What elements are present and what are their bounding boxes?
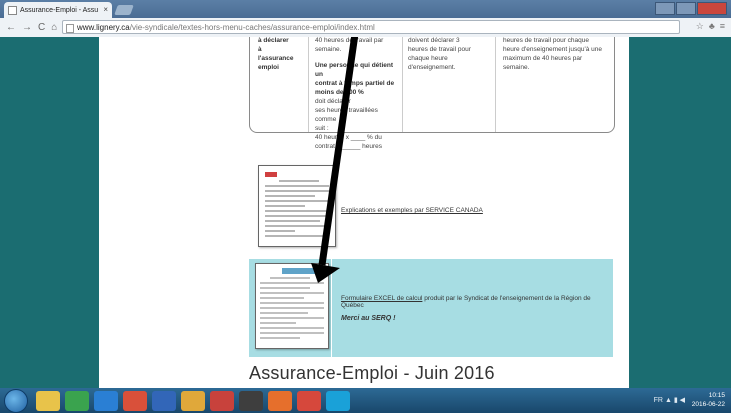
service-canada-block: Explications et exemples par SERVICE CAN… [249,151,613,251]
reload-icon[interactable]: C [38,22,45,33]
table-col-2: 40 heures de travail par semaine. Une pe… [315,37,397,151]
cell-text: contrat = _____ heures [315,143,383,150]
cell-text: 40 heures x ____ % du [315,134,382,141]
browser-toolbar: ← → C ⌂ www.lignery.ca/vie-syndicale/tex… [0,18,731,38]
address-bar[interactable]: www.lignery.ca/vie-syndicale/textes-hors… [62,20,680,34]
folder-icon[interactable] [181,390,205,411]
cell-text: 40 heures de travail par [315,37,384,44]
clock-time: 10:15 [708,392,725,399]
page-icon [66,24,74,33]
cell-text-bold: Une personne qui détient un [315,62,394,78]
service-canada-link[interactable]: Explications et exemples par SERVICE CAN… [341,207,483,214]
page-favicon-icon [8,5,17,15]
new-tab-button[interactable] [114,5,134,15]
menu-icon[interactable]: ≡ [720,21,725,32]
back-arrow-icon[interactable]: ← [6,22,16,33]
cell-text: l'assurance [258,55,294,62]
close-window-icon[interactable] [697,2,727,15]
window-controls [655,2,727,15]
table-divider [308,37,309,132]
tab-title: Assurance-Emploi - Assu [20,6,99,14]
block-divider [331,259,332,357]
excel-form-thumbnail[interactable] [255,263,329,349]
clock-date: 2016-06-22 [691,401,725,408]
explorer-icon[interactable] [36,390,60,411]
service-canada-thumbnail[interactable] [258,165,336,247]
cell-text: doit déclarer [315,98,351,105]
clock[interactable]: 10:15 2016-06-22 [692,391,725,409]
word-icon[interactable] [152,390,176,411]
cell-text: semaine. [503,64,530,71]
page-viewport[interactable]: à déclarer à l'assurance emploi 40 heure… [0,37,731,388]
table-col-1: à déclarer à l'assurance emploi [258,37,302,72]
browser-tab[interactable]: Assurance-Emploi - Assu × [4,2,112,18]
cell-text: doivent déclarer 3 [408,37,460,44]
cell-text: suit : [315,125,329,132]
home-icon[interactable]: ⌂ [51,22,57,33]
cell-text: à [258,46,262,53]
skype-icon[interactable] [326,390,350,411]
extension-icon[interactable]: ♣ [709,21,715,32]
tab-close-icon[interactable]: × [103,5,108,14]
tray-icons[interactable]: FR ▲ ▮ ◀ [654,396,685,404]
table-divider [495,37,496,132]
taskbar-apps [36,390,350,411]
bookmark-star-icon[interactable]: ☆ [696,21,704,32]
table-col-3: doivent déclarer 3 heures de travail pou… [408,37,488,72]
excel-form-link[interactable]: Formulaire EXCEL de calcul [341,295,422,302]
table-divider [402,37,403,132]
excel-form-block: Formulaire EXCEL de calcul produit par l… [249,259,613,357]
cell-text: chaque heure [408,55,448,62]
presentation-icon[interactable] [210,390,234,411]
terminal-icon[interactable] [239,390,263,411]
language-indicator[interactable]: FR [654,397,663,404]
cell-text: maximum de 40 heures par [503,55,583,62]
minimize-icon[interactable] [655,2,675,15]
media-icon[interactable] [268,390,292,411]
cell-text: à déclarer [258,37,289,44]
cell-text: heures de travail pour [408,46,471,53]
excel-description: Formulaire EXCEL de calcul produit par l… [341,295,606,309]
declaration-table: à déclarer à l'assurance emploi 40 heure… [249,37,615,150]
cell-text-bold: moins de 100 % [315,89,364,96]
start-button[interactable] [4,388,28,413]
cell-text-bold: contrat à temps partiel de [315,80,395,87]
url-host: www.lignery.ca [77,23,130,32]
forward-arrow-icon[interactable]: → [22,22,32,33]
cell-text: heures de travail pour chaque [503,37,590,44]
browser-titlebar: Assurance-Emploi - Assu × [0,0,731,18]
url-path: /vie-syndicale/textes-hors-menu-caches/a… [129,23,375,32]
cell-text: heure d'enseignement jusqu'à une [503,46,602,53]
cell-text: semaine. [315,46,342,53]
maximize-icon[interactable] [676,2,696,15]
pdf-icon[interactable] [123,390,147,411]
thanks-text: Merci au SERQ ! [341,315,396,322]
spreadsheet-icon[interactable] [65,390,89,411]
content-column: à déclarer à l'assurance emploi 40 heure… [99,37,629,388]
cell-text: ses heures travaillées comme [315,107,378,123]
ie-icon[interactable] [94,390,118,411]
taskbar: FR ▲ ▮ ◀ 10:15 2016-06-22 [0,388,731,413]
page-title: Assurance-Emploi - Juin 2016 [249,363,495,383]
cell-text: emploi [258,64,279,71]
chrome-icon[interactable] [297,390,321,411]
cell-text: d'enseignement. [408,64,456,71]
table-col-4: heures de travail pour chaque heure d'en… [503,37,603,72]
